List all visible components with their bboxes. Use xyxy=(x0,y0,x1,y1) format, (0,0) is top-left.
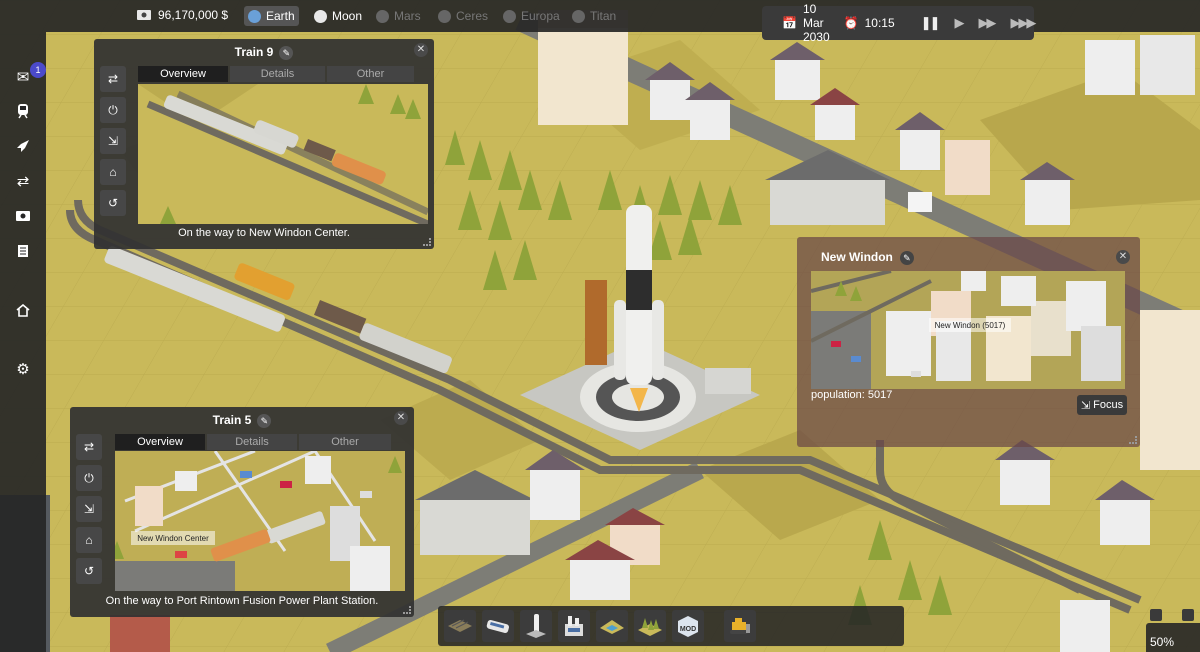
mod-label: MOD xyxy=(680,626,696,633)
rail-track-tool[interactable] xyxy=(444,610,476,642)
zoom-out-button[interactable] xyxy=(1182,609,1194,621)
train-preview[interactable]: New Windon Center xyxy=(115,451,405,591)
city-label: New Windon (5017) xyxy=(935,321,1006,330)
resize-handle[interactable] xyxy=(403,606,411,614)
train-5-window: Train 5 ✎ ✕ Overview Details Other ⇄ ⏻ ⇲ … xyxy=(70,407,414,617)
money-icon[interactable] xyxy=(13,206,33,226)
planet-icon xyxy=(376,9,389,23)
train-tools: ⇄ ⏻ ⇲ ⌂ ↺ xyxy=(76,434,102,589)
globe-icon xyxy=(248,9,261,23)
population-text: population: 5017 xyxy=(811,389,893,401)
shuffle-icon[interactable]: ⇄ xyxy=(13,171,33,191)
planet-icon xyxy=(572,9,585,23)
train-icon[interactable] xyxy=(13,101,33,121)
shuffle-icon[interactable]: ⇄ xyxy=(76,434,102,460)
train-status: On the way to New Windon Center. xyxy=(178,227,350,239)
fast-forward-icon[interactable]: ▶▶ xyxy=(978,15,996,31)
focus-button[interactable]: ⇲ Focus xyxy=(1077,395,1127,415)
depot-icon[interactable]: ⌂ xyxy=(76,527,102,553)
undo-icon[interactable]: ↺ xyxy=(100,190,126,216)
city-preview[interactable]: New Windon (5017) xyxy=(811,271,1125,389)
power-icon[interactable]: ⏻ xyxy=(76,465,102,491)
shuffle-icon[interactable]: ⇄ xyxy=(100,66,126,92)
cash-icon xyxy=(137,10,151,20)
close-icon[interactable]: ✕ xyxy=(394,411,408,425)
planet-mars[interactable]: Mars xyxy=(372,6,425,26)
rename-pencil-icon[interactable]: ✎ xyxy=(279,46,294,60)
zoom-control: 50% xyxy=(1146,609,1200,652)
train-9-window: Train 9 ✎ ✕ Overview Details Other ⇄ ⏻ ⇲ … xyxy=(94,39,434,249)
planet-earth[interactable]: Earth xyxy=(244,6,299,26)
bulldozer-tool[interactable] xyxy=(724,610,756,642)
rocket-launch-tool[interactable] xyxy=(520,610,552,642)
date-display: 10 Mar 2030 xyxy=(802,2,830,44)
train-tools: ⇄ ⏻ ⇲ ⌂ ↺ xyxy=(100,66,126,221)
tab-overview[interactable]: Overview xyxy=(115,434,205,450)
tab-overview[interactable]: Overview xyxy=(138,66,228,82)
city-name: New Windon ✎ xyxy=(821,250,914,265)
planet-moon[interactable]: Moon xyxy=(310,6,366,26)
depot-icon[interactable]: ⌂ xyxy=(100,159,126,185)
game-clock: 📅 10 Mar 2030 ⏰ 10:15 ❚❚ ▶ ▶▶ ▶▶▶ xyxy=(762,2,1036,44)
collapse-icon: ⇲ xyxy=(1080,399,1091,412)
planet-icon xyxy=(438,9,451,23)
rename-pencil-icon[interactable]: ✎ xyxy=(899,251,914,265)
close-icon[interactable]: ✕ xyxy=(414,43,428,57)
collapse-icon[interactable]: ⇲ xyxy=(100,128,126,154)
city-window-new-windon: New Windon ✎ ✕ New Windon (5017) populati… xyxy=(797,237,1140,447)
pause-icon[interactable]: ❚❚ xyxy=(921,15,941,31)
train-tool[interactable] xyxy=(482,610,514,642)
gear-icon[interactable]: ⚙ xyxy=(13,359,33,379)
mod-tool[interactable]: MOD xyxy=(672,610,704,642)
train-preview[interactable] xyxy=(138,84,428,224)
planet-ceres[interactable]: Ceres xyxy=(434,6,492,26)
build-toolbar: MOD xyxy=(438,606,904,646)
tab-details[interactable]: Details xyxy=(207,434,297,450)
money-display: 96,170,000 $ xyxy=(136,8,228,22)
tab-other[interactable]: Other xyxy=(327,66,414,82)
tab-details[interactable]: Details xyxy=(230,66,325,82)
rocket-icon[interactable] xyxy=(13,136,33,156)
planet-titan[interactable]: Titan xyxy=(568,6,620,26)
undo-icon[interactable]: ↺ xyxy=(76,558,102,584)
train-status: On the way to Port Rintown Fusion Power … xyxy=(105,595,379,607)
power-icon[interactable]: ⏻ xyxy=(100,97,126,123)
tab-other[interactable]: Other xyxy=(299,434,391,450)
alarm-clock-icon: ⏰ xyxy=(843,16,859,30)
resize-handle[interactable] xyxy=(1129,436,1137,444)
zoom-in-button[interactable] xyxy=(1150,609,1162,621)
station-label: New Windon Center xyxy=(137,534,209,543)
window-title: Train 5 ✎ xyxy=(70,413,414,428)
terrain-tool[interactable] xyxy=(596,610,628,642)
money-value: 96,170,000 $ xyxy=(158,8,229,22)
planet-europa[interactable]: Europa xyxy=(499,6,564,26)
zoom-level: 50% xyxy=(1150,635,1175,649)
power-plant-tool[interactable] xyxy=(558,610,590,642)
time-display: 10:15 xyxy=(864,16,895,30)
calendar-icon: 📅 xyxy=(782,16,797,30)
trees-tool[interactable] xyxy=(634,610,666,642)
collapse-icon[interactable]: ⇲ xyxy=(76,496,102,522)
close-icon[interactable]: ✕ xyxy=(1116,250,1130,264)
tab-bar: Overview Details Other xyxy=(115,434,393,450)
notification-badge: 1 xyxy=(30,62,46,78)
book-icon[interactable] xyxy=(13,241,33,261)
tab-bar: Overview Details Other xyxy=(138,66,416,82)
planet-icon xyxy=(503,9,516,23)
resize-handle[interactable] xyxy=(423,238,431,246)
rename-pencil-icon[interactable]: ✎ xyxy=(257,414,272,428)
top-bar: 96,170,000 $ Earth Moon Mars Ceres Europ… xyxy=(0,0,1200,44)
home-icon[interactable] xyxy=(13,300,33,320)
moon-icon xyxy=(314,9,327,23)
play-icon[interactable]: ▶ xyxy=(954,15,964,31)
window-title: Train 9 ✎ xyxy=(94,45,434,60)
fastest-forward-icon[interactable]: ▶▶▶ xyxy=(1010,15,1036,31)
left-sidebar: ✉ 1 ⇄ ⚙ xyxy=(0,32,46,652)
